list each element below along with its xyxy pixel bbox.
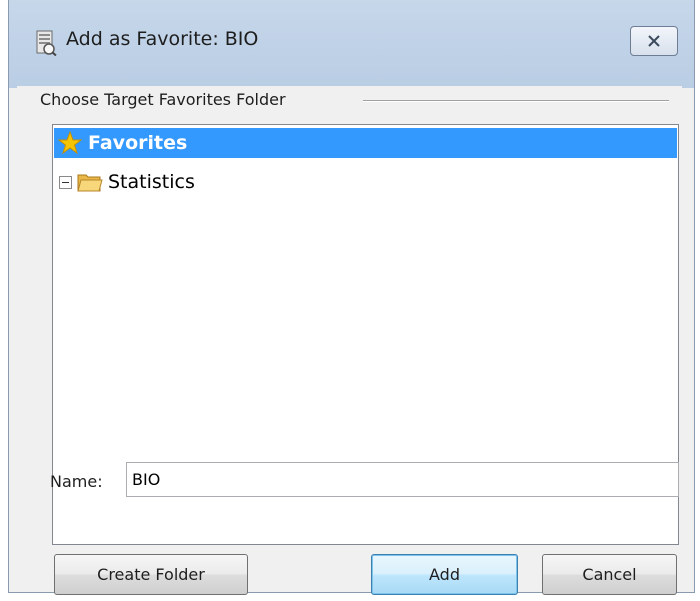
- tree-item-label: Statistics: [108, 171, 195, 193]
- group-divider: [363, 100, 669, 102]
- create-folder-button[interactable]: Create Folder: [54, 554, 248, 595]
- dialog-body: Choose Target Favorites Folder Favorites: [17, 86, 682, 595]
- star-icon: [58, 131, 82, 155]
- tree-item-statistics[interactable]: Statistics: [54, 167, 677, 197]
- dialog-title: Add as Favorite: BIO: [66, 28, 259, 50]
- close-button[interactable]: [630, 26, 678, 56]
- close-icon: [647, 32, 661, 51]
- name-input[interactable]: [126, 462, 679, 497]
- folder-icon: [77, 171, 103, 193]
- collapse-minus-icon[interactable]: [59, 175, 72, 189]
- tree-item-label: Favorites: [88, 132, 188, 154]
- favorites-database-icon: [35, 30, 57, 57]
- tree-item-favorites[interactable]: Favorites: [54, 128, 677, 158]
- title-bar[interactable]: Add as Favorite: BIO: [9, 0, 694, 88]
- add-button[interactable]: Add: [371, 554, 518, 595]
- name-label: Name:: [50, 472, 103, 491]
- dialog-window: Add as Favorite: BIO Choose Target Favor…: [8, 0, 695, 595]
- cancel-button[interactable]: Cancel: [542, 554, 677, 595]
- group-label: Choose Target Favorites Folder: [40, 90, 286, 109]
